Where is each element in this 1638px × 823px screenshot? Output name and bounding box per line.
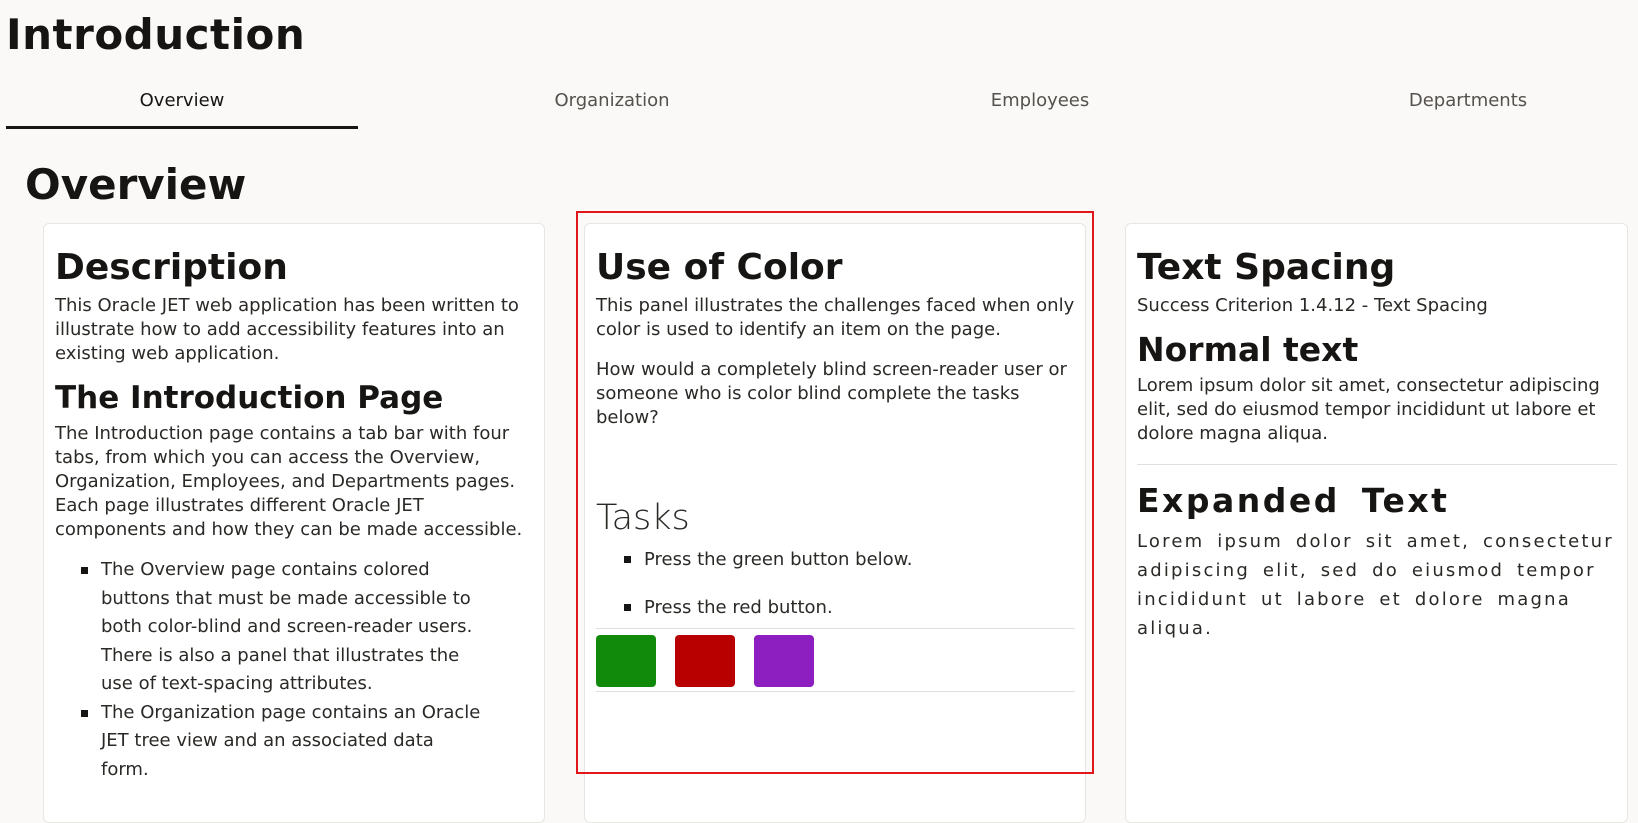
text-spacing-heading: Text Spacing	[1137, 247, 1396, 288]
use-of-color-heading: Use of Color	[596, 247, 843, 288]
task-item: Press the green button below.	[624, 548, 1075, 572]
normal-text-heading: Normal text	[1137, 330, 1359, 369]
normal-text-body: Lorem ipsum dolor sit amet, consectetur …	[1137, 375, 1600, 444]
list-item: The Overview page contains colored butto…	[81, 556, 481, 699]
page-title: Introduction	[6, 10, 306, 59]
purple-button[interactable]	[754, 635, 814, 687]
success-criterion: Success Criterion 1.4.12 - Text Spacing	[1137, 295, 1488, 316]
introduction-page-body: The Introduction page contains a tab bar…	[55, 423, 523, 540]
use-of-color-card: Use of Color This panel illustrates the …	[584, 223, 1086, 823]
text-spacing-card: Text Spacing Success Criterion 1.4.12 - …	[1125, 223, 1628, 823]
section-title: Overview	[25, 160, 247, 209]
expanded-text-heading: Expanded Text	[1137, 481, 1450, 520]
tasks-heading: Tasks	[596, 498, 690, 538]
color-button-row	[596, 628, 1075, 692]
description-intro: This Oracle JET web application has been…	[55, 295, 519, 364]
description-heading: Description	[55, 247, 288, 288]
introduction-page-heading: The Introduction Page	[55, 380, 444, 416]
use-of-color-para2: How would a completely blind screen-read…	[596, 359, 1067, 428]
tab-departments[interactable]: Departments	[1292, 78, 1638, 126]
list-item: The Organization page contains an Oracle…	[81, 699, 481, 785]
tab-overview[interactable]: Overview	[6, 78, 358, 129]
expanded-text-body: Lorem ipsum dolor sit amet, consectetur …	[1137, 531, 1614, 639]
tab-bar: Overview Organization Employees Departme…	[6, 78, 1638, 130]
task-item: Press the red button.	[624, 596, 1075, 620]
use-of-color-para1: This panel illustrates the challenges fa…	[596, 295, 1075, 340]
green-button[interactable]	[596, 635, 656, 687]
divider	[1137, 464, 1617, 465]
tab-organization[interactable]: Organization	[436, 78, 788, 126]
tasks-list: Press the green button below. Press the …	[596, 548, 1075, 620]
description-bullets: The Overview page contains colored butto…	[55, 556, 534, 784]
tab-employees[interactable]: Employees	[864, 78, 1216, 126]
red-button[interactable]	[675, 635, 735, 687]
description-card: Description This Oracle JET web applicat…	[43, 223, 545, 823]
